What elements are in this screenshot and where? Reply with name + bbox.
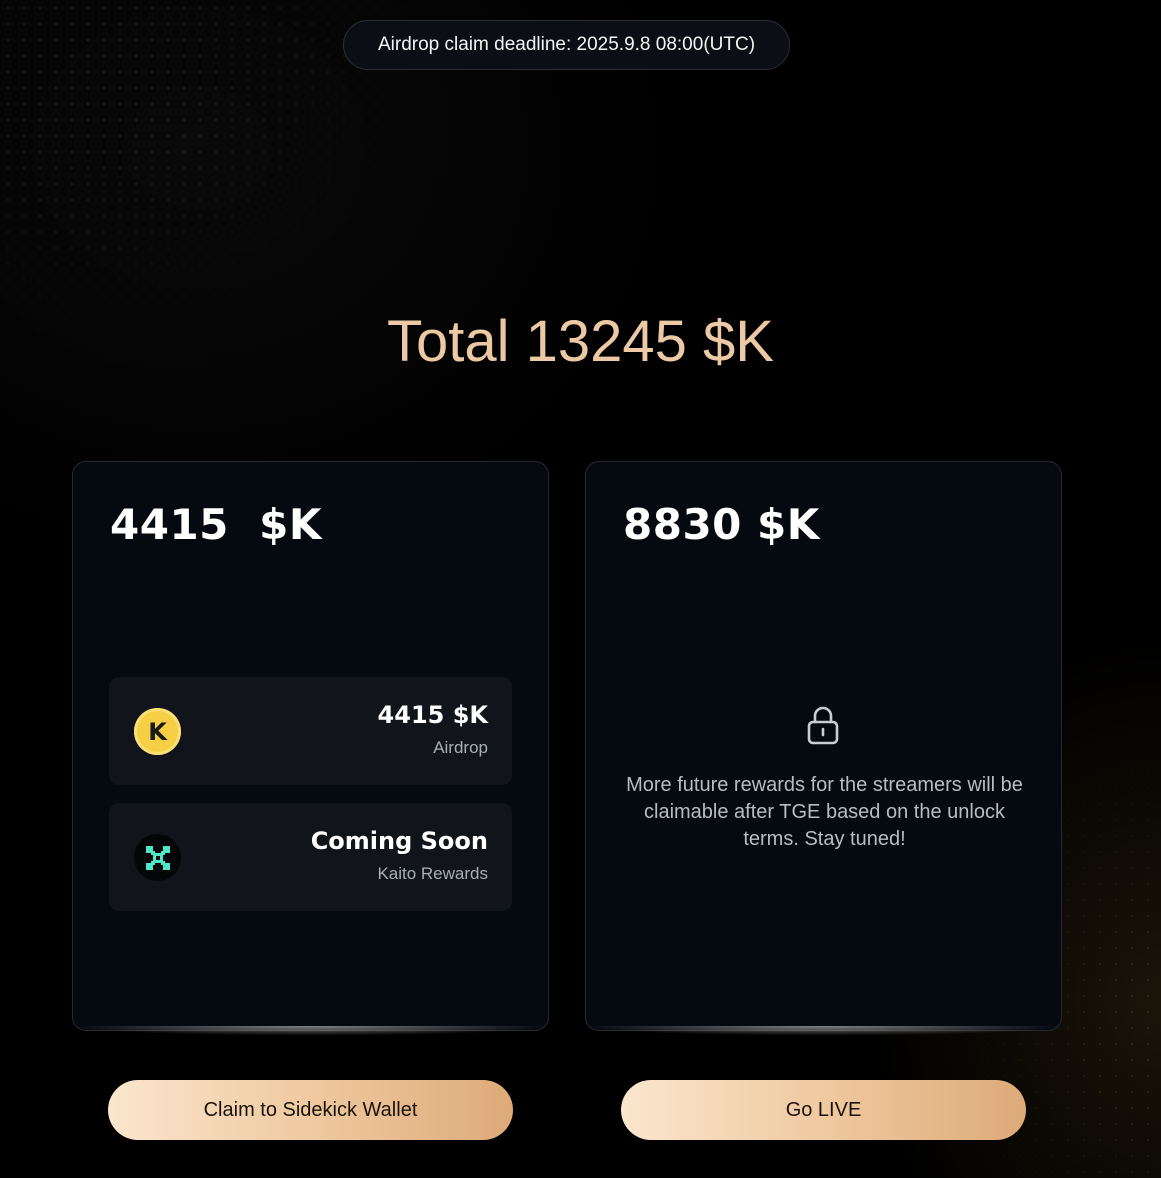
reward-row-title: 4415 $K — [377, 701, 488, 729]
airdrop-claim-page: Airdrop claim deadline: 2025.9.8 08:00(U… — [0, 0, 1161, 1178]
lock-icon — [806, 705, 840, 745]
go-live-button[interactable]: Go LIVE — [621, 1080, 1026, 1140]
locked-rewards-card: 8830 $K More future rewards for the stre… — [585, 461, 1062, 1031]
total-amount: Total 13245 $K — [387, 309, 774, 374]
reward-row-airdrop: K 4415 $K Airdrop — [109, 677, 512, 785]
claim-to-wallet-button[interactable]: Claim to Sidekick Wallet — [108, 1080, 513, 1140]
reward-row-kaito-rewards: Coming Soon Kaito Rewards — [109, 803, 512, 911]
claimable-card: 4415 $K K 4415 $K Airdrop Coming Soon Ka… — [72, 461, 549, 1031]
deadline-banner: Airdrop claim deadline: 2025.9.8 08:00(U… — [343, 20, 790, 70]
reward-row-subtitle: Airdrop — [433, 738, 488, 757]
locked-amount: 8830 $K — [623, 500, 820, 549]
dot-pattern-background — [0, 0, 560, 480]
kaito-x-logo-icon — [134, 834, 181, 881]
kaito-k-coin-icon: K — [134, 708, 181, 755]
locked-rewards-message: More future rewards for the streamers wi… — [626, 774, 1023, 850]
reward-row-subtitle: Kaito Rewards — [377, 864, 488, 883]
reward-row-title: Coming Soon — [310, 827, 488, 855]
claimable-amount: 4415 $K — [110, 500, 322, 549]
